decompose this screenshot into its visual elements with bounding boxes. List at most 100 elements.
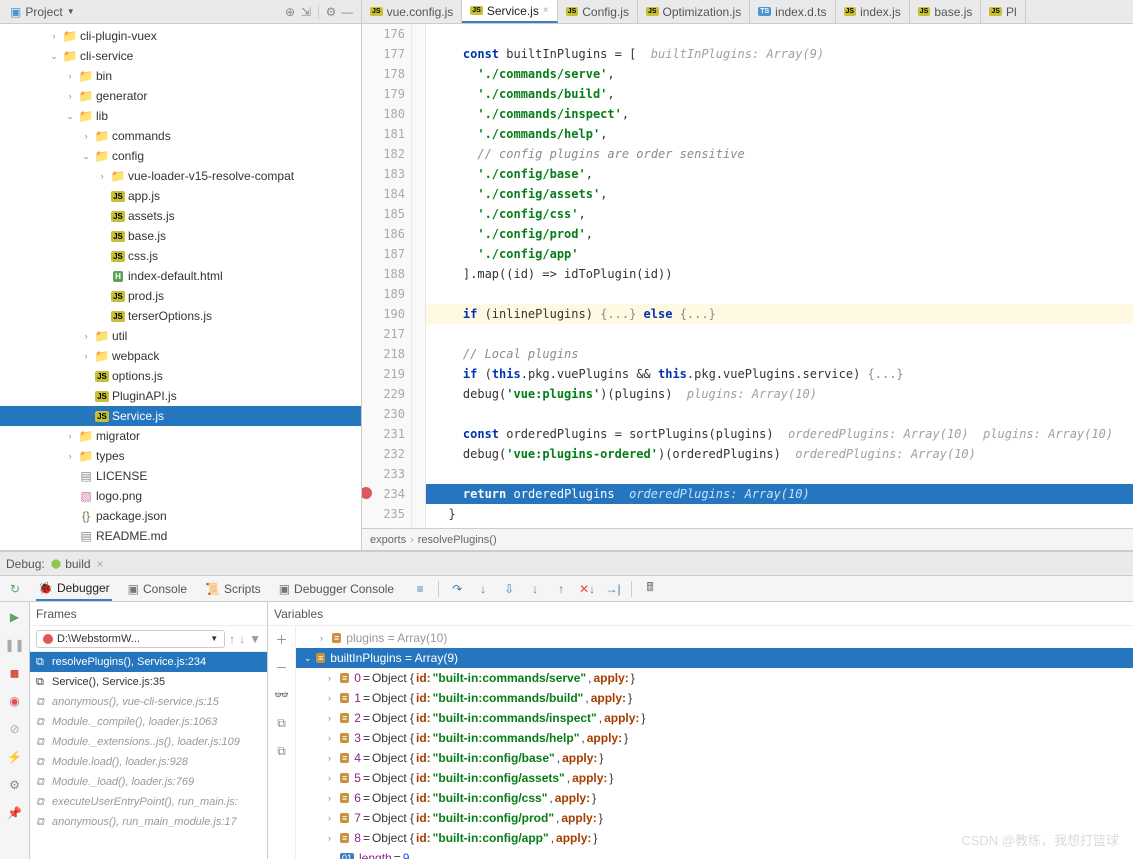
- code-line[interactable]: './config/app': [426, 244, 1133, 264]
- tree-item[interactable]: ›📁cli-plugin-vuex: [0, 26, 361, 46]
- tree-item[interactable]: ▤README.md: [0, 526, 361, 546]
- editor-fold-gutter[interactable]: [412, 24, 426, 528]
- tree-item[interactable]: JSapp.js: [0, 186, 361, 206]
- tree-arrow-icon[interactable]: ⌄: [64, 111, 76, 122]
- stack-frame[interactable]: ⧉Module._extensions..js(), loader.js:109: [30, 732, 267, 752]
- tree-arrow-icon[interactable]: ›: [64, 91, 76, 101]
- frames-list[interactable]: ⧉resolvePlugins(), Service.js:234⧉Servic…: [30, 652, 267, 859]
- editor-tab[interactable]: JSConfig.js: [558, 0, 638, 23]
- stack-frame[interactable]: ⧉anonymous(), vue-cli-service.js:15: [30, 692, 267, 712]
- stack-frame[interactable]: ⧉Module._load(), loader.js:769: [30, 772, 267, 792]
- stack-frame[interactable]: ⧉Service(), Service.js:35: [30, 672, 267, 692]
- gear-icon[interactable]: ⚙: [323, 4, 339, 20]
- link-icon[interactable]: ⧉: [273, 742, 291, 760]
- breakpoint-icon[interactable]: [362, 487, 372, 499]
- tree-item[interactable]: Hindex-default.html: [0, 266, 361, 286]
- code-line[interactable]: ].map((id) => idToPlugin(id)): [426, 264, 1133, 284]
- variable-item[interactable]: ⌄≡builtInPlugins = Array(9): [296, 648, 1133, 668]
- tree-item[interactable]: JSbase.js: [0, 226, 361, 246]
- code-line[interactable]: debug('vue:plugins-ordered')(orderedPlug…: [426, 444, 1133, 464]
- stop-icon[interactable]: ◼: [6, 664, 24, 682]
- step-into-icon[interactable]: ↓: [475, 581, 491, 597]
- smart-step-into-icon[interactable]: ↓: [527, 581, 543, 597]
- tree-item[interactable]: ▤LICENSE: [0, 466, 361, 486]
- pin-icon[interactable]: 📌: [6, 804, 24, 822]
- filter-icon[interactable]: ▼: [249, 632, 261, 646]
- code-line[interactable]: if (this.pkg.vuePlugins && this.pkg.vueP…: [426, 364, 1133, 384]
- view-bp-icon[interactable]: ◉: [6, 692, 24, 710]
- code-line[interactable]: [426, 24, 1133, 44]
- add-watch-icon[interactable]: ＋: [273, 630, 291, 648]
- variable-item[interactable]: ›≡7 = Object {id: "built-in:config/prod"…: [296, 808, 1133, 828]
- variable-item[interactable]: ›≡plugins = Array(10): [296, 628, 1133, 648]
- variable-item[interactable]: ›≡0 = Object {id: "built-in:commands/ser…: [296, 668, 1133, 688]
- variable-item[interactable]: ›≡2 = Object {id: "built-in:commands/ins…: [296, 708, 1133, 728]
- tree-item[interactable]: ›📁vue-loader-v15-resolve-compat: [0, 166, 361, 186]
- editor-gutter[interactable]: 1761771781791801811821831841851861871881…: [362, 24, 412, 528]
- variable-length[interactable]: 01length = 9: [296, 848, 1133, 859]
- breadcrumb-item[interactable]: resolvePlugins(): [418, 534, 497, 546]
- tab-console[interactable]: ▣Console: [126, 578, 189, 600]
- tree-item[interactable]: ⌄📁lib: [0, 106, 361, 126]
- breadcrumb[interactable]: exports › resolvePlugins(): [362, 528, 1133, 550]
- tree-item[interactable]: ›📁generator: [0, 86, 361, 106]
- code-line[interactable]: './config/base',: [426, 164, 1133, 184]
- tree-arrow-icon[interactable]: ›: [96, 171, 108, 181]
- stack-frame[interactable]: ⧉resolvePlugins(), Service.js:234: [30, 652, 267, 672]
- tab-scripts[interactable]: 📜Scripts: [203, 578, 263, 600]
- tree-item[interactable]: ›📁migrator: [0, 426, 361, 446]
- tree-arrow-icon[interactable]: ›: [80, 331, 92, 341]
- tree-arrow-icon[interactable]: ›: [80, 131, 92, 141]
- run-to-cursor-icon[interactable]: →|: [605, 581, 621, 597]
- code-area[interactable]: const builtInPlugins = [ builtInPlugins:…: [426, 24, 1133, 528]
- editor-tab[interactable]: JSService.js×: [462, 0, 557, 23]
- code-line[interactable]: './commands/inspect',: [426, 104, 1133, 124]
- force-step-into-icon[interactable]: ⇩: [501, 581, 517, 597]
- tab-debugger[interactable]: 🐞Debugger: [36, 577, 112, 601]
- step-over-icon[interactable]: ↷: [449, 581, 465, 597]
- stack-frame[interactable]: ⧉Module.load(), loader.js:928: [30, 752, 267, 772]
- next-frame-icon[interactable]: ↓: [239, 632, 245, 646]
- tree-item[interactable]: ›📁types: [0, 446, 361, 466]
- code-line[interactable]: './config/css',: [426, 204, 1133, 224]
- code-line[interactable]: if (inlinePlugins) {...} else {...}: [426, 304, 1133, 324]
- variable-item[interactable]: ›≡1 = Object {id: "built-in:commands/bui…: [296, 688, 1133, 708]
- thread-dump-icon[interactable]: ⚡: [6, 748, 24, 766]
- close-icon[interactable]: ×: [543, 5, 549, 16]
- hide-icon[interactable]: —: [339, 4, 355, 20]
- remove-watch-icon[interactable]: －: [273, 658, 291, 676]
- code-line[interactable]: const builtInPlugins = [ builtInPlugins:…: [426, 44, 1133, 64]
- tree-item[interactable]: JSprod.js: [0, 286, 361, 306]
- code-line[interactable]: debug('vue:plugins')(plugins) plugins: A…: [426, 384, 1133, 404]
- tree-item[interactable]: ›📁bin: [0, 66, 361, 86]
- editor-tab[interactable]: JSindex.js: [836, 0, 910, 23]
- tree-item[interactable]: JSService.js: [0, 406, 361, 426]
- stack-frame[interactable]: ⧉executeUserEntryPoint(), run_main.js:: [30, 792, 267, 812]
- tree-item[interactable]: JSassets.js: [0, 206, 361, 226]
- code-line[interactable]: './commands/help',: [426, 124, 1133, 144]
- code-line[interactable]: return orderedPlugins orderedPlugins: Ar…: [426, 484, 1133, 504]
- code-line[interactable]: [426, 404, 1133, 424]
- code-line[interactable]: './commands/serve',: [426, 64, 1133, 84]
- tree-arrow-icon[interactable]: ›: [64, 431, 76, 441]
- rerun-icon[interactable]: ↻: [6, 580, 24, 598]
- resume-icon[interactable]: ▶: [6, 608, 24, 626]
- tree-item[interactable]: ›📁webpack: [0, 346, 361, 366]
- mute-bp-icon[interactable]: ⊘: [6, 720, 24, 738]
- tree-item[interactable]: JSPluginAPI.js: [0, 386, 361, 406]
- tree-item[interactable]: ›📁commands: [0, 126, 361, 146]
- code-line[interactable]: // Local plugins: [426, 344, 1133, 364]
- tree-arrow-icon[interactable]: ›: [64, 71, 76, 81]
- code-line[interactable]: [426, 324, 1133, 344]
- code-line[interactable]: './config/assets',: [426, 184, 1133, 204]
- debug-config-tab[interactable]: ⬢ build ×: [51, 557, 104, 571]
- drop-frame-icon[interactable]: ✕↓: [579, 581, 595, 597]
- editor-tab[interactable]: JSOptimization.js: [638, 0, 750, 23]
- tree-item[interactable]: JSoptions.js: [0, 366, 361, 386]
- code-line[interactable]: }: [426, 504, 1133, 524]
- tree-arrow-icon[interactable]: ›: [80, 351, 92, 361]
- show-exec-icon[interactable]: ≡: [412, 581, 428, 597]
- code-line[interactable]: const orderedPlugins = sortPlugins(plugi…: [426, 424, 1133, 444]
- code-line[interactable]: [426, 284, 1133, 304]
- variable-item[interactable]: ›≡4 = Object {id: "built-in:config/base"…: [296, 748, 1133, 768]
